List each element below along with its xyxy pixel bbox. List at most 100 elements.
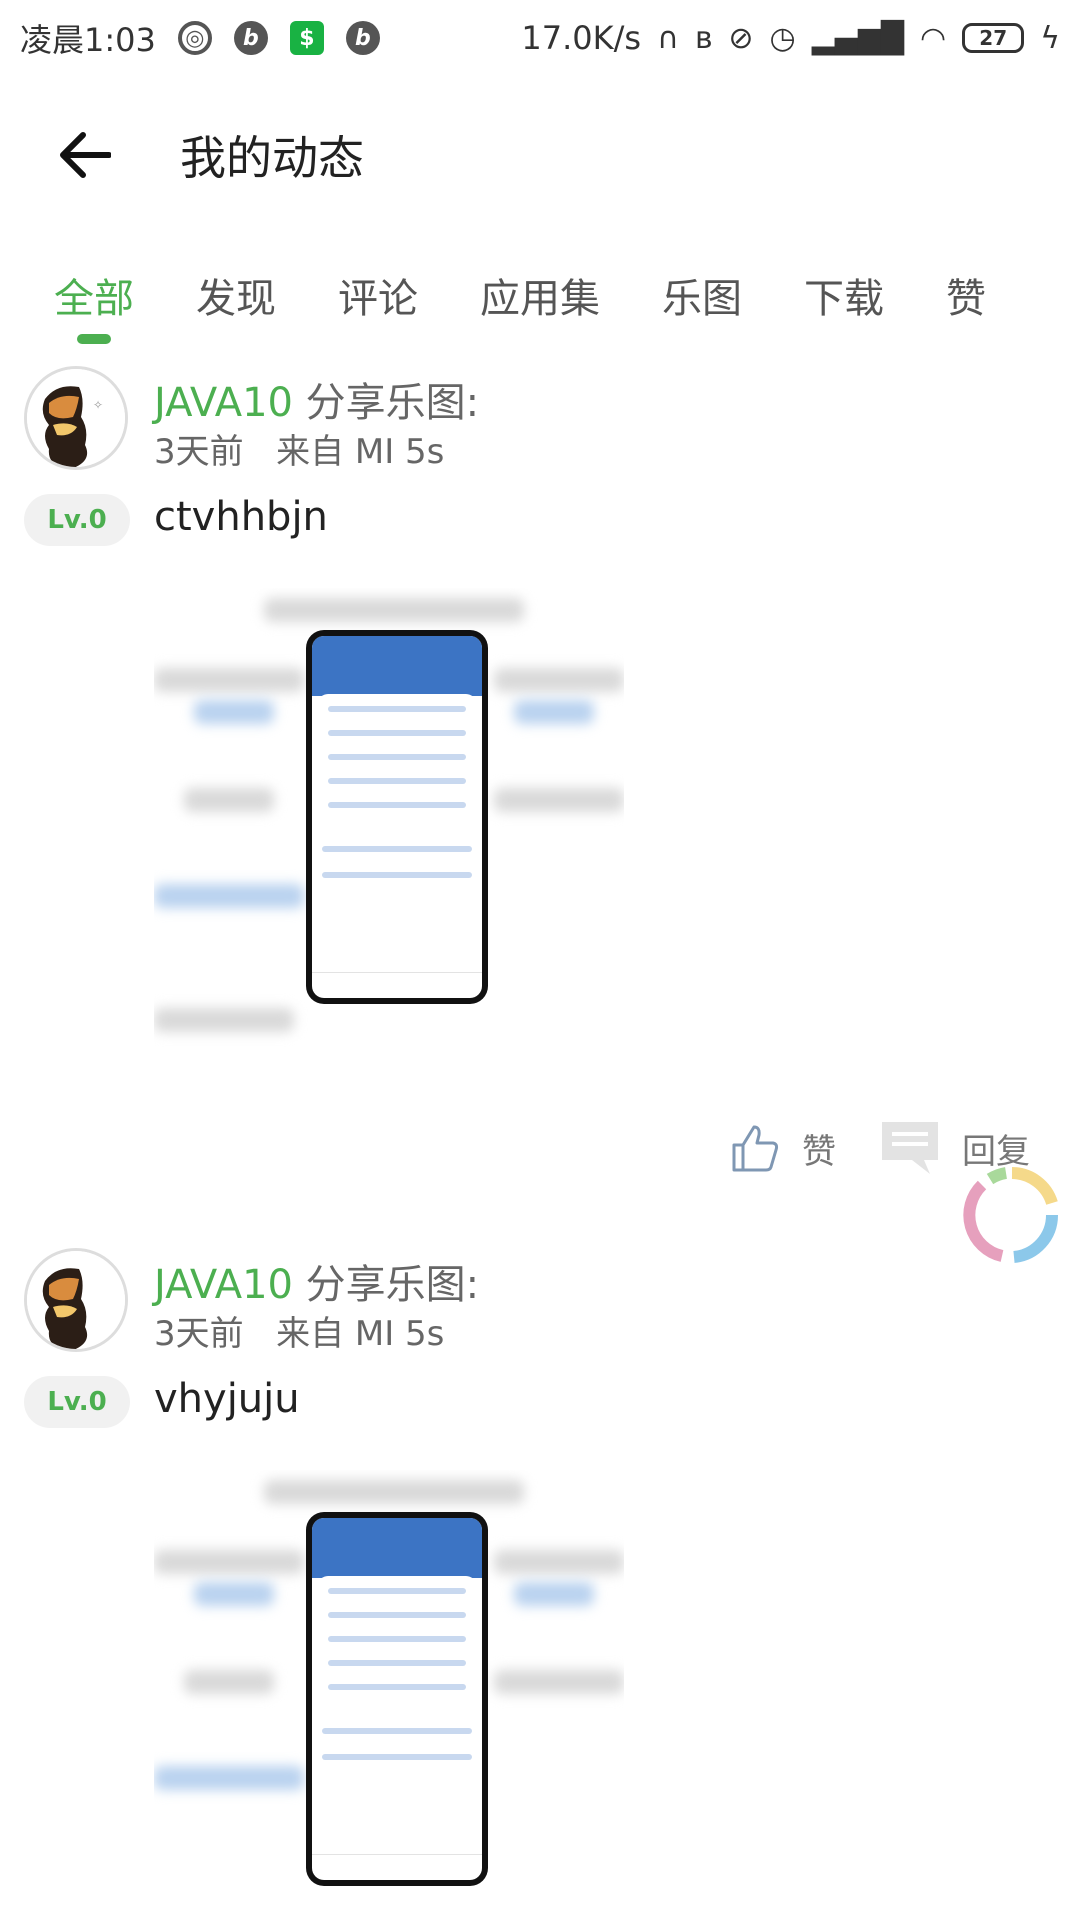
blur-bar [194,1582,274,1606]
avatar-image [27,1251,125,1349]
blur-bar [264,1480,524,1504]
blur-bar [494,788,624,812]
netease-icon: ◎ [177,21,212,55]
shop-icon: $ [289,21,324,55]
phone-nav [312,1854,482,1880]
tab-discover[interactable]: 发现 [196,248,276,324]
phone-mockup [306,1512,488,1886]
battery-icon: 27 [962,23,1025,53]
comment-icon [882,1122,938,1174]
tab-label: 下载 [804,276,884,322]
phone-line [322,846,472,852]
phone-header [312,636,482,696]
blur-bar [494,668,624,692]
phone-screen [312,1518,482,1880]
post-time: 3天前 [154,432,244,472]
blur-bar [264,598,524,622]
phone-line [328,1612,466,1618]
blur-bar [514,1582,594,1606]
phone-mockup [306,630,488,1004]
blur-bar [514,700,594,724]
my-activity-screen: 凌晨1:03 ◎ b $ b 17.0K/s ∩ ʙ ⊘ ◷ ▂▄▆█ ◠ 27… [0,0,1080,1920]
tab-label: 乐图 [662,276,742,322]
blur-bar [154,1008,294,1032]
post-meta: 3天前 来自 MI 5s [154,1306,444,1355]
wifi-icon: ◠ [920,20,947,56]
tab-pictures[interactable]: 乐图 [662,248,742,324]
feed-post[interactable]: JAVA10 分享乐图: 3天前 来自 MI 5s Lv.0 vhyjuju [0,1248,1080,1920]
phone-line [328,1684,466,1690]
post-text: vhyjuju [154,1376,300,1422]
back-button[interactable] [40,110,130,200]
back-arrow-icon [60,132,111,178]
level-badge: Lv.0 [24,1376,130,1428]
post-image[interactable] [154,1470,624,1920]
tab-downloads[interactable]: 下载 [804,248,884,324]
phone-line [322,1754,472,1760]
like-label: 赞 [802,1131,836,1172]
mute-icon: ⊘ [728,20,754,56]
tab-app-collections[interactable]: 应用集 [480,248,600,324]
phone-line [328,778,466,784]
avatar[interactable] [24,1248,128,1352]
blur-bar [154,668,304,692]
avatar-image: ✧ [27,369,125,467]
post-source: 来自 MI 5s [276,1314,445,1354]
post-headline: JAVA10 分享乐图: [154,1252,479,1310]
blur-bar [494,1550,624,1574]
tab-label: 应用集 [480,276,600,322]
post-image[interactable] [154,588,624,1048]
tab-label: 赞 [946,276,986,322]
level-badge: Lv.0 [24,494,130,546]
status-time: 凌晨1:03 [20,21,156,59]
phone-line [328,1588,466,1594]
status-bar: 凌晨1:03 ◎ b $ b 17.0K/s ∩ ʙ ⊘ ◷ ▂▄▆█ ◠ 27… [0,0,1080,76]
blur-bar [184,1670,274,1694]
phone-line [322,872,472,878]
author-name[interactable]: JAVA10 [154,380,293,426]
bilibili-icon: b [345,21,380,55]
battery-level: 27 [979,26,1008,50]
blur-bar [154,1766,304,1790]
svg-text:✧: ✧ [93,398,103,412]
app-bar: 我的动态 [0,90,1080,220]
tab-likes[interactable]: 赞 [946,248,986,324]
alarm-icon: ◷ [769,20,796,56]
phone-card [318,694,476,834]
bilibili-icon: b [233,21,268,55]
avatar[interactable]: ✧ [24,366,128,470]
phone-screen [312,636,482,998]
tab-label: 发现 [196,276,276,322]
like-button[interactable]: 赞 [730,1123,836,1173]
phone-header [312,1518,482,1578]
phone-line [328,754,466,760]
author-name[interactable]: JAVA10 [154,1262,293,1308]
post-time: 3天前 [154,1314,244,1354]
tab-all[interactable]: 全部 [54,248,134,344]
phone-line [328,802,466,808]
phone-line [328,706,466,712]
blur-bar [154,884,304,908]
blur-bar [494,1670,624,1694]
feed-post[interactable]: ✧ JAVA10 分享乐图: 3天前 来自 MI 5s Lv.0 ctvhhbj… [0,366,1080,1206]
tab-label: 评论 [338,276,418,322]
blur-bar [184,788,274,812]
tab-indicator [77,334,111,344]
post-action: 分享乐图: [292,1262,480,1308]
phone-line [322,1728,472,1734]
phone-line [328,1660,466,1666]
net-speed: 17.0K/s [521,19,642,57]
tab-label: 全部 [54,276,134,322]
tab-comments[interactable]: 评论 [338,248,418,324]
phone-line [328,730,466,736]
bluetooth-icon: ʙ [695,20,713,56]
thumbs-up-icon [732,1125,779,1172]
post-meta: 3天前 来自 MI 5s [154,424,444,473]
post-source: 来自 MI 5s [276,432,445,472]
blur-bar [154,1550,304,1574]
loading-spinner-icon [963,1167,1059,1263]
post-text: ctvhhbjn [154,494,328,540]
blur-bar [194,700,274,724]
post-headline: JAVA10 分享乐图: [154,370,479,428]
phone-card [318,1576,476,1716]
